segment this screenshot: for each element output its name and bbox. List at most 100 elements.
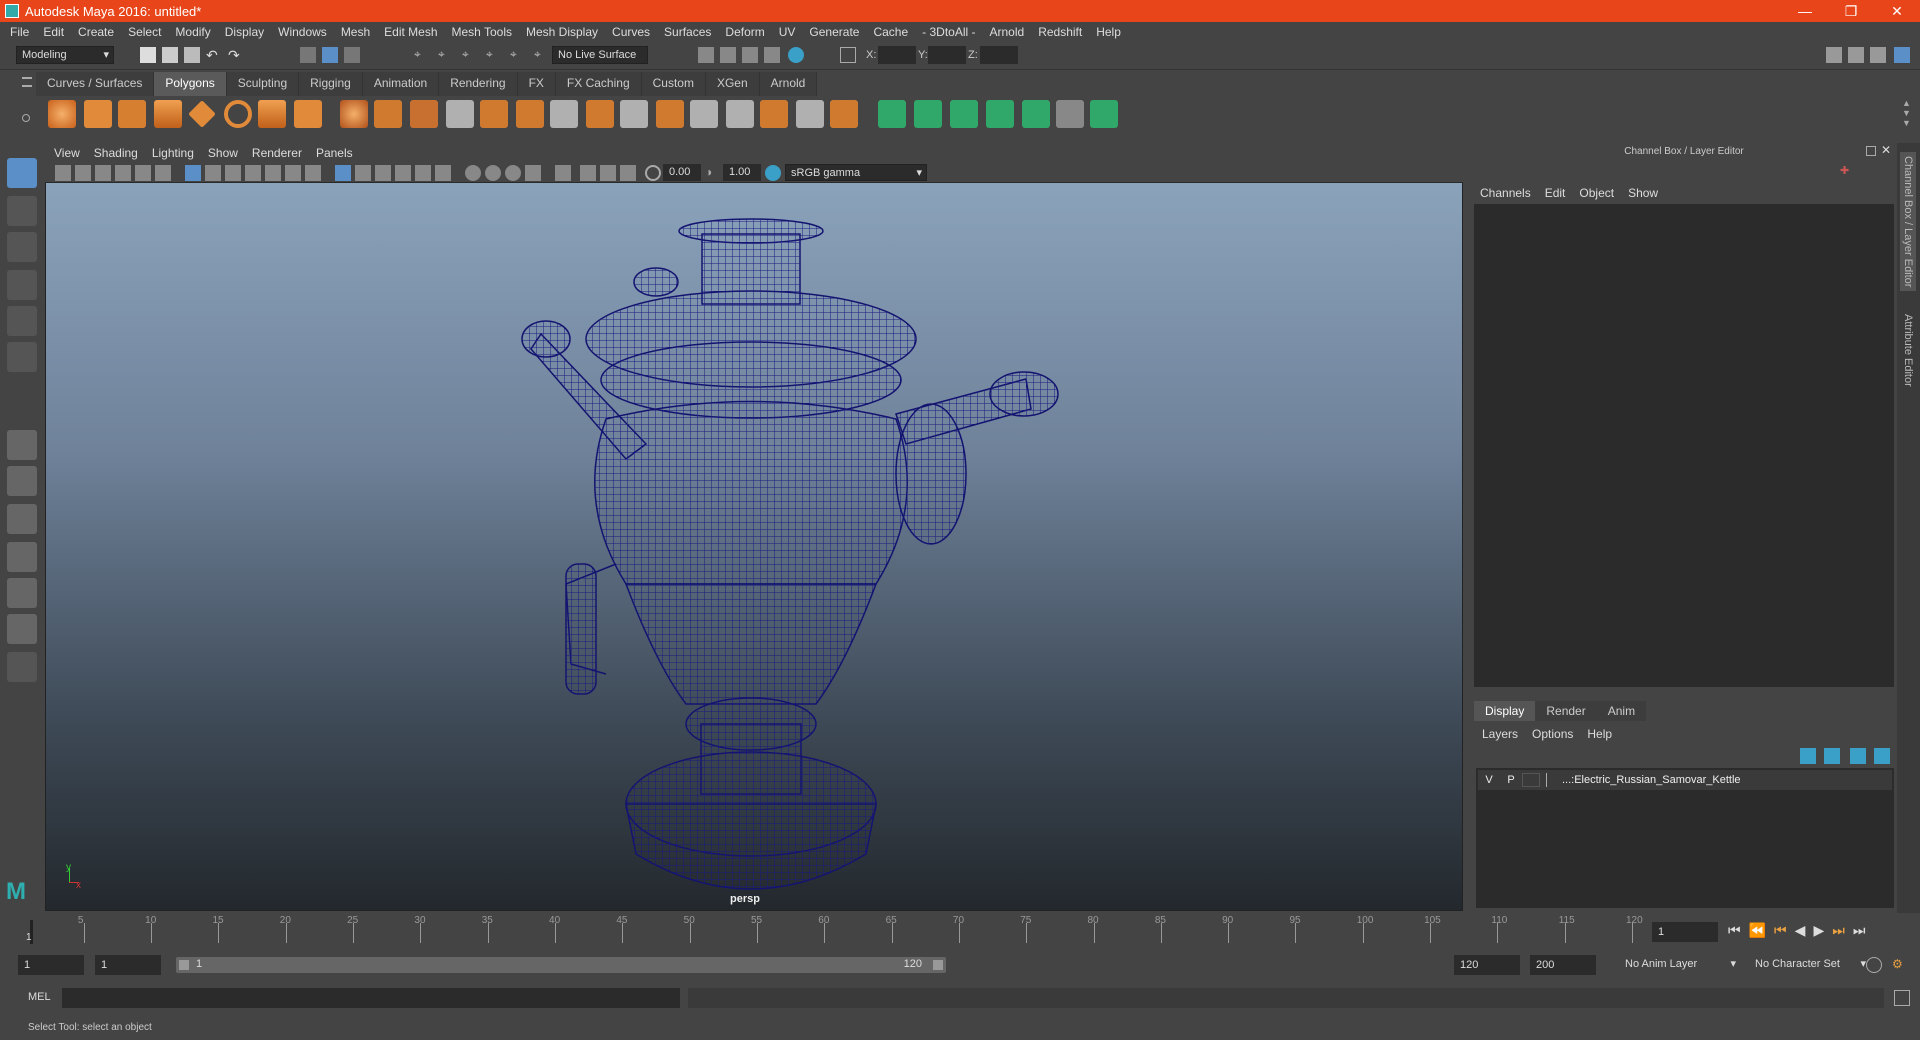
grease-pencil-icon[interactable] bbox=[155, 165, 171, 181]
range-slider[interactable]: 1 120 bbox=[176, 957, 946, 973]
layer-color-swatch[interactable] bbox=[1546, 773, 1558, 787]
attribute-editor-icon[interactable] bbox=[1848, 47, 1864, 63]
layer-visibility-toggle[interactable]: V bbox=[1478, 774, 1500, 786]
bevel-icon[interactable] bbox=[656, 100, 684, 128]
poly-cylinder-icon[interactable] bbox=[118, 100, 146, 128]
bookmark-icon[interactable] bbox=[95, 165, 111, 181]
menu-modify[interactable]: Modify bbox=[175, 25, 210, 39]
new-layer-selected-icon[interactable] bbox=[1874, 748, 1890, 764]
playback-end-field[interactable]: 120 bbox=[1454, 955, 1520, 975]
channel-box-menu-object[interactable]: Object bbox=[1579, 183, 1614, 203]
poly-pyramid-icon[interactable] bbox=[258, 100, 286, 128]
auto-map-icon[interactable] bbox=[1022, 100, 1050, 128]
range-end-handle[interactable] bbox=[933, 960, 943, 970]
snap-surface-icon[interactable]: ⌖ bbox=[510, 47, 526, 63]
xray-icon[interactable] bbox=[580, 165, 596, 181]
step-forward-key-icon[interactable]: ⏭ bbox=[1832, 922, 1853, 938]
poly-sphere-icon[interactable] bbox=[48, 100, 76, 128]
character-set-dropdown[interactable]: No Character Set ▾ bbox=[1750, 955, 1870, 975]
channel-box-area[interactable] bbox=[1474, 204, 1894, 687]
extrude-icon[interactable] bbox=[586, 100, 614, 128]
grid-icon[interactable] bbox=[185, 165, 201, 181]
layer-type-toggle[interactable] bbox=[1522, 773, 1540, 787]
render-view-icon[interactable] bbox=[698, 47, 714, 63]
menu-windows[interactable]: Windows bbox=[278, 25, 327, 39]
select-by-object-icon[interactable] bbox=[322, 47, 338, 63]
shelf-tab-custom[interactable]: Custom bbox=[641, 72, 706, 96]
combine-icon[interactable] bbox=[340, 100, 368, 128]
viewport-menu-show[interactable]: Show bbox=[208, 146, 238, 160]
smooth-shade-icon[interactable] bbox=[355, 165, 371, 181]
snap-grid-icon[interactable]: ⌖ bbox=[414, 47, 430, 63]
layer-tab-display[interactable]: Display bbox=[1474, 701, 1536, 721]
channel-box-menu-edit[interactable]: Edit bbox=[1545, 183, 1566, 203]
ipr-render-icon[interactable] bbox=[742, 47, 758, 63]
separate-icon[interactable] bbox=[374, 100, 402, 128]
insert-edge-loop-icon[interactable] bbox=[620, 100, 648, 128]
layer-playback-toggle[interactable]: P bbox=[1500, 774, 1522, 786]
viewport-menu-view[interactable]: View bbox=[54, 146, 80, 160]
render-settings-icon[interactable] bbox=[764, 47, 780, 63]
side-tab-channel-box[interactable]: Channel Box / Layer Editor bbox=[1900, 152, 1916, 292]
gamma-icon[interactable]: ◑ bbox=[705, 165, 721, 181]
goto-end-icon[interactable]: ⏭ bbox=[1853, 922, 1874, 938]
x-field[interactable] bbox=[878, 46, 916, 64]
snap-view-icon[interactable]: ⌖ bbox=[486, 47, 502, 63]
xray-joints-icon[interactable] bbox=[600, 165, 616, 181]
menu-mesh[interactable]: Mesh bbox=[341, 25, 370, 39]
safe-title-icon[interactable] bbox=[305, 165, 321, 181]
viewport-menu-shading[interactable]: Shading bbox=[94, 146, 138, 160]
menu-generate[interactable]: Generate bbox=[809, 25, 859, 39]
shelf-tab-fx[interactable]: FX bbox=[517, 72, 556, 96]
menu-file[interactable]: File bbox=[10, 25, 29, 39]
goto-start-icon[interactable]: ⏮ bbox=[1728, 922, 1749, 938]
layer-menu-layers[interactable]: Layers bbox=[1482, 724, 1518, 744]
ambient-occlusion-icon[interactable] bbox=[485, 165, 501, 181]
isolate-select-icon[interactable] bbox=[555, 165, 571, 181]
fill-hole-icon[interactable] bbox=[726, 100, 754, 128]
layer-tab-render[interactable]: Render bbox=[1535, 701, 1597, 721]
close-panel-icon[interactable]: ✕ bbox=[1881, 143, 1891, 157]
command-input[interactable] bbox=[62, 988, 680, 1008]
field-chart-icon[interactable] bbox=[265, 165, 281, 181]
use-all-lights-icon[interactable] bbox=[435, 165, 451, 181]
layer-menu-help[interactable]: Help bbox=[1587, 724, 1612, 744]
new-scene-icon[interactable] bbox=[140, 47, 156, 63]
mode-dropdown[interactable]: Modeling ▾ bbox=[16, 46, 114, 64]
play-backwards-icon[interactable]: ◀ bbox=[1795, 922, 1814, 938]
camera-attributes-icon[interactable] bbox=[75, 165, 91, 181]
outliner-persp-icon[interactable] bbox=[7, 614, 37, 644]
xray-components-icon[interactable] bbox=[620, 165, 636, 181]
open-scene-icon[interactable] bbox=[162, 47, 178, 63]
cylindrical-map-icon[interactable] bbox=[950, 100, 978, 128]
shelf-tab-xgen[interactable]: XGen bbox=[705, 72, 760, 96]
shelf-tab-rigging[interactable]: Rigging bbox=[299, 72, 363, 96]
default-material-icon[interactable] bbox=[375, 165, 391, 181]
symmetry-icon[interactable] bbox=[840, 47, 856, 63]
channel-box-icon[interactable] bbox=[1894, 47, 1910, 63]
snap-curve-icon[interactable]: ⌖ bbox=[438, 47, 454, 63]
snap-live-icon[interactable]: ⌖ bbox=[534, 47, 550, 63]
menu-surfaces[interactable]: Surfaces bbox=[664, 25, 711, 39]
script-editor-icon[interactable] bbox=[1894, 990, 1910, 1006]
render-current-icon[interactable] bbox=[720, 47, 736, 63]
film-gate-icon[interactable] bbox=[205, 165, 221, 181]
menu-create[interactable]: Create bbox=[78, 25, 114, 39]
save-scene-icon[interactable] bbox=[184, 47, 200, 63]
snap-point-icon[interactable]: ⌖ bbox=[462, 47, 478, 63]
menu-help[interactable]: Help bbox=[1096, 25, 1121, 39]
menu-redshift[interactable]: Redshift bbox=[1038, 25, 1082, 39]
menu-select[interactable]: Select bbox=[128, 25, 161, 39]
current-frame-field[interactable]: 1 bbox=[1652, 922, 1718, 942]
shelf-menu-icon[interactable] bbox=[22, 77, 32, 87]
paint-select-tool-icon[interactable] bbox=[7, 232, 37, 262]
smooth-icon[interactable] bbox=[446, 100, 474, 128]
layer-menu-options[interactable]: Options bbox=[1532, 724, 1573, 744]
side-tab-attribute-editor[interactable]: Attribute Editor bbox=[1900, 310, 1916, 391]
tool-settings-icon[interactable] bbox=[1870, 47, 1886, 63]
animation-prefs-icon[interactable]: ⚙ bbox=[1892, 957, 1908, 973]
bridge-icon[interactable] bbox=[516, 100, 544, 128]
colorspace-dropdown[interactable]: sRGB gamma ▾ bbox=[785, 164, 927, 181]
four-view-icon[interactable] bbox=[7, 466, 37, 496]
menu-edit[interactable]: Edit bbox=[43, 25, 64, 39]
